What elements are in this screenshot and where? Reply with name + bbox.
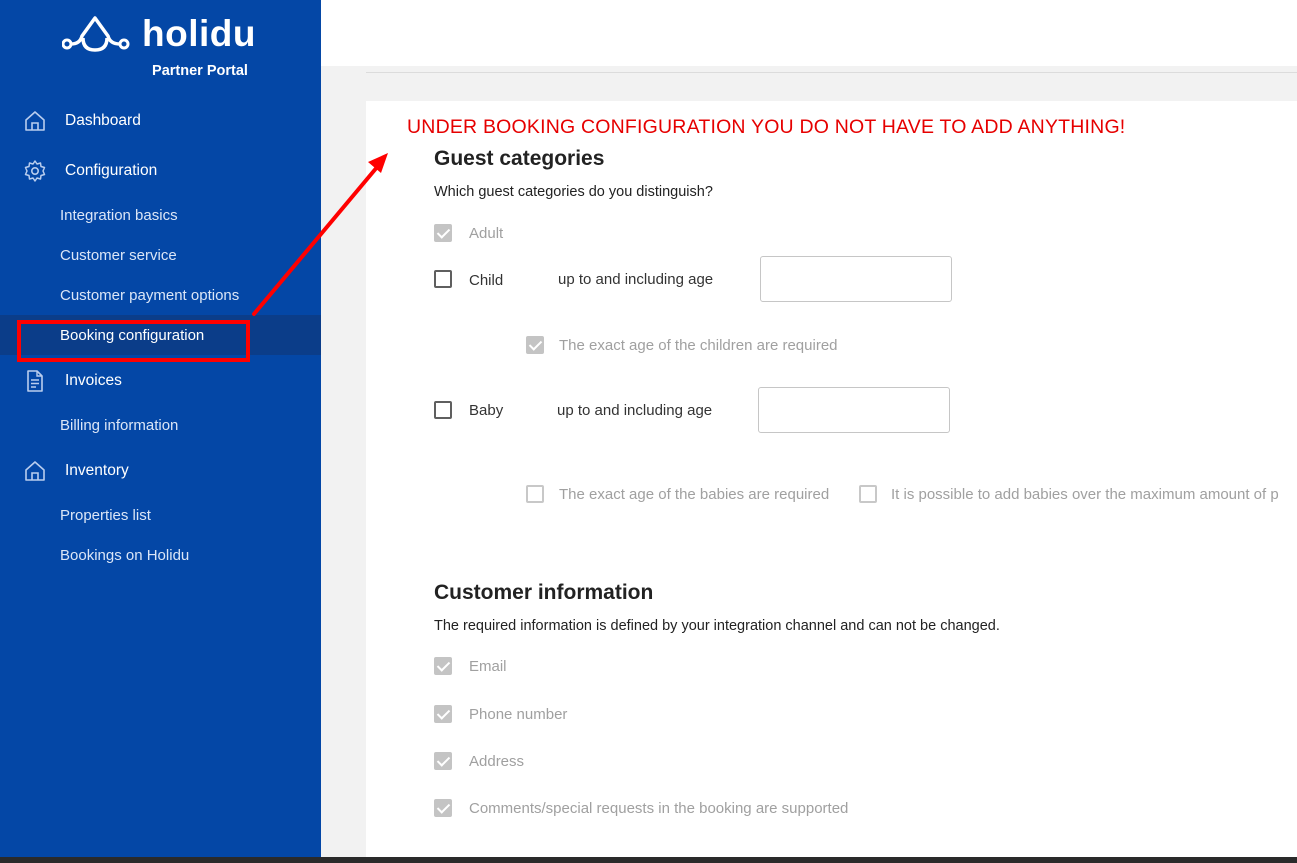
nav-invoices[interactable]: Invoices (0, 361, 321, 401)
customer-information-title: Customer information (434, 581, 654, 604)
baby-age-label: up to and including age (557, 402, 713, 419)
email-checkbox[interactable] (434, 657, 452, 675)
address-label: Address (469, 753, 525, 770)
nav-configuration-label: Configuration (65, 162, 158, 179)
sidebar: holidu Partner Portal Dashboard Configur… (0, 0, 321, 863)
header-divider (366, 72, 1297, 73)
sidebar-item-integration-basics[interactable]: Integration basics (0, 195, 321, 235)
comments-label: Comments/special requests in the booking… (469, 800, 849, 817)
adult-label: Adult (469, 225, 504, 242)
holidu-logo[interactable]: holidu (62, 12, 256, 56)
child-checkbox[interactable] (434, 270, 452, 288)
brand-name: holidu (142, 13, 256, 54)
home-icon (23, 459, 47, 483)
nav-inventory-label: Inventory (65, 462, 129, 479)
adult-checkbox[interactable] (434, 224, 452, 242)
baby-exact-age-checkbox[interactable] (526, 485, 544, 503)
nav-invoices-label: Invoices (65, 372, 122, 389)
sidebar-item-properties-list[interactable]: Properties list (0, 495, 321, 535)
top-header (321, 0, 1297, 66)
sidebar-item-booking-configuration[interactable]: Booking configuration (0, 315, 321, 355)
baby-label: Baby (469, 402, 504, 419)
annotation-note: UNDER BOOKING CONFIGURATION YOU DO NOT H… (407, 116, 1126, 138)
gear-icon (23, 159, 47, 183)
child-age-label: up to and including age (558, 271, 714, 288)
nav-dashboard-label: Dashboard (65, 112, 141, 129)
baby-exact-age-label: The exact age of the babies are required (559, 486, 830, 503)
house-logo-icon (62, 16, 130, 52)
phone-number-label: Phone number (469, 706, 568, 723)
home-icon (23, 109, 47, 133)
nav-inventory[interactable]: Inventory (0, 451, 321, 491)
taskbar-strip (0, 857, 1297, 863)
baby-age-input[interactable] (758, 387, 950, 433)
sidebar-item-customer-payment-options[interactable]: Customer payment options (0, 275, 321, 315)
sidebar-item-bookings-on-holidu[interactable]: Bookings on Holidu (0, 535, 321, 575)
nav-configuration[interactable]: Configuration (0, 151, 321, 191)
child-exact-age-checkbox[interactable] (526, 336, 544, 354)
guest-categories-title: Guest categories (434, 147, 605, 170)
baby-over-max-checkbox[interactable] (859, 485, 877, 503)
child-label: Child (469, 272, 504, 289)
document-icon (23, 369, 47, 393)
phone-number-checkbox[interactable] (434, 705, 452, 723)
baby-over-max-label: It is possible to add babies over the ma… (891, 486, 1279, 503)
comments-checkbox[interactable] (434, 799, 452, 817)
sidebar-item-billing-information[interactable]: Billing information (0, 405, 321, 445)
baby-checkbox[interactable] (434, 401, 452, 419)
child-exact-age-label: The exact age of the children are requir… (559, 337, 838, 354)
guest-categories-description: Which guest categories do you distinguis… (434, 184, 713, 200)
customer-information-description: The required information is defined by y… (434, 618, 1000, 634)
email-label: Email (469, 658, 507, 675)
booking-configuration-card (366, 101, 1297, 863)
nav-dashboard[interactable]: Dashboard (0, 101, 321, 141)
child-age-input[interactable] (760, 256, 952, 302)
sidebar-item-customer-service[interactable]: Customer service (0, 235, 321, 275)
address-checkbox[interactable] (434, 752, 452, 770)
